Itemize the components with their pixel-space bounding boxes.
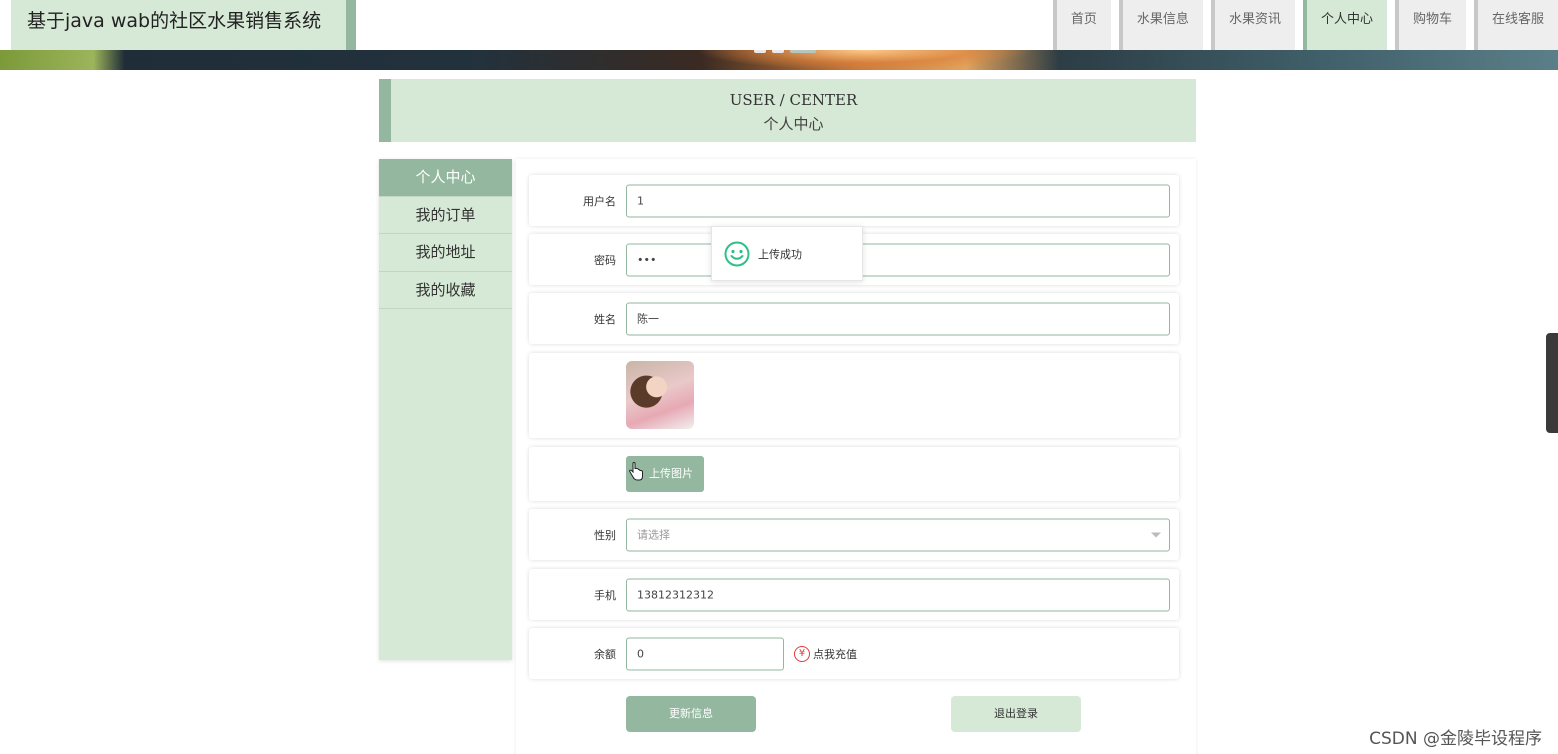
upload-image-label: 上传图片 xyxy=(649,467,693,480)
form-row-upload: 上传图片 xyxy=(529,447,1179,501)
hand-cursor-icon xyxy=(628,462,643,481)
balance-label: 余额 xyxy=(594,647,616,661)
recharge-link[interactable]: ¥ 点我充值 xyxy=(794,645,857,662)
form-row-gender: 性别 请选择 xyxy=(529,509,1179,560)
sidebar-item-favorites[interactable]: 我的收藏 xyxy=(379,272,512,309)
watermark: CSDN @金陵毕设程序 xyxy=(1369,729,1542,749)
nav-item-online-service[interactable]: 在线客服 xyxy=(1473,0,1558,50)
site-title: 基于java wab的社区水果销售系统 xyxy=(11,0,356,50)
nav-item-fruit-news[interactable]: 水果资讯 xyxy=(1210,0,1295,50)
name-label: 姓名 xyxy=(594,312,616,326)
recharge-label: 点我充值 xyxy=(813,647,857,661)
balance-input[interactable]: 0 xyxy=(626,637,784,670)
form-row-username: 用户名 1 xyxy=(529,175,1179,226)
section-title-cn: 个人中心 xyxy=(763,115,824,133)
phone-input[interactable]: 13812312312 xyxy=(626,578,1170,611)
nav-item-cart[interactable]: 购物车 xyxy=(1394,0,1466,50)
top-nav-bar: 基于java wab的社区水果销售系统 首页 水果信息 水果资讯 个人中心 购物… xyxy=(0,0,1558,50)
update-info-button[interactable]: 更新信息 xyxy=(626,696,756,732)
form-row-phone: 手机 13812312312 xyxy=(529,569,1179,620)
username-input[interactable]: 1 xyxy=(626,184,1170,217)
side-scroll-handle[interactable] xyxy=(1546,333,1558,433)
avatar-image[interactable] xyxy=(626,361,694,429)
sidebar-item-user-center[interactable]: 个人中心 xyxy=(379,159,512,197)
username-label: 用户名 xyxy=(583,194,616,208)
nav-item-home[interactable]: 首页 xyxy=(1052,0,1111,50)
upload-image-button[interactable]: 上传图片 xyxy=(626,456,704,492)
section-title-en: USER / CENTER xyxy=(729,91,858,109)
chevron-down-icon xyxy=(1151,532,1161,537)
section-header: USER / CENTER 个人中心 xyxy=(379,79,1196,142)
name-input[interactable]: 陈一 xyxy=(626,302,1170,335)
sidebar-item-addresses[interactable]: 我的地址 xyxy=(379,234,512,272)
sidebar-item-orders[interactable]: 我的订单 xyxy=(379,197,512,234)
user-sidebar: 个人中心 我的订单 我的地址 我的收藏 xyxy=(379,159,512,660)
form-row-balance: 余额 0 ¥ 点我充值 xyxy=(529,628,1179,679)
main-nav: 首页 水果信息 水果资讯 个人中心 购物车 在线客服 xyxy=(1045,0,1558,50)
nav-item-fruit-info[interactable]: 水果信息 xyxy=(1118,0,1203,50)
phone-label: 手机 xyxy=(594,588,616,602)
yen-icon: ¥ xyxy=(794,645,810,662)
password-input[interactable]: ••• xyxy=(626,243,1170,276)
gender-select[interactable]: 请选择 xyxy=(626,518,1170,551)
form-row-avatar xyxy=(529,353,1179,438)
gender-select-placeholder: 请选择 xyxy=(637,528,670,541)
password-label: 密码 xyxy=(594,253,616,267)
logout-button[interactable]: 退出登录 xyxy=(951,696,1081,732)
toast-message: 上传成功 xyxy=(758,247,802,261)
nav-item-user-center[interactable]: 个人中心 xyxy=(1302,0,1387,50)
form-row-name: 姓名 陈一 xyxy=(529,293,1179,344)
gender-label: 性别 xyxy=(594,528,616,542)
upload-success-toast: 上传成功 xyxy=(711,226,863,281)
smile-icon xyxy=(724,241,750,266)
